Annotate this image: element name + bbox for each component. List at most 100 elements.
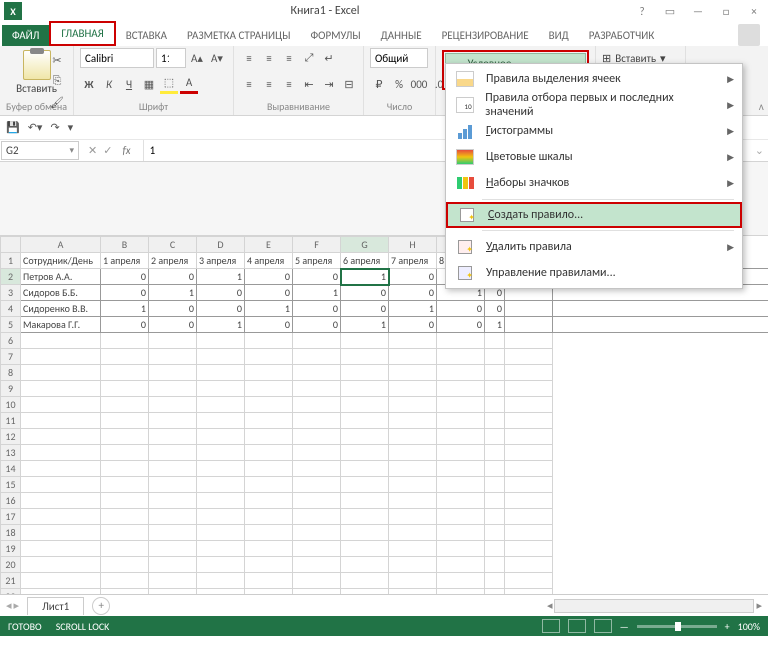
orientation-button[interactable]: ⤢: [300, 48, 318, 68]
cell-4-D[interactable]: 0: [197, 301, 245, 317]
cell-9-10[interactable]: [505, 381, 553, 397]
cell-14-9[interactable]: [485, 461, 505, 477]
cell-6-3[interactable]: [197, 333, 245, 349]
cell-15-9[interactable]: [485, 477, 505, 493]
cell-20-5[interactable]: [293, 557, 341, 573]
font-color-button[interactable]: A: [180, 74, 198, 94]
bold-button[interactable]: Ж: [80, 74, 98, 94]
cell-6-1[interactable]: [101, 333, 149, 349]
enter-formula-button[interactable]: ✓: [103, 144, 112, 157]
tab-formulas[interactable]: ФОРМУЛЫ: [300, 25, 370, 46]
menu-item-2[interactable]: Гистограммы ▶: [446, 118, 742, 144]
sheet-nav-prev-button[interactable]: ◂: [6, 599, 12, 612]
cell-2-D[interactable]: 1: [197, 269, 245, 285]
cell-16-8[interactable]: [437, 493, 485, 509]
cell-9-5[interactable]: [293, 381, 341, 397]
cell-11-8[interactable]: [437, 413, 485, 429]
cell-1-B[interactable]: 1 апреля: [101, 253, 149, 269]
cell-7-6[interactable]: [341, 349, 389, 365]
cell-17-6[interactable]: [341, 509, 389, 525]
comma-button[interactable]: 000: [410, 74, 428, 94]
cell-20-9[interactable]: [485, 557, 505, 573]
cell-7-0[interactable]: [21, 349, 101, 365]
cell-15-6[interactable]: [341, 477, 389, 493]
cell-13-5[interactable]: [293, 445, 341, 461]
cell-22-5[interactable]: [293, 589, 341, 595]
hscroll-right-button[interactable]: ▸: [756, 599, 762, 612]
col-header-G[interactable]: G: [341, 237, 389, 253]
cell-11-3[interactable]: [197, 413, 245, 429]
cell-19-0[interactable]: [21, 541, 101, 557]
cell-9-6[interactable]: [341, 381, 389, 397]
cell-3-F[interactable]: 1: [293, 285, 341, 301]
cell-22-1[interactable]: [101, 589, 149, 595]
cell-14-6[interactable]: [341, 461, 389, 477]
horizontal-scrollbar[interactable]: [554, 599, 754, 613]
cell-8-8[interactable]: [437, 365, 485, 381]
zoom-out-button[interactable]: —: [620, 620, 629, 633]
cell-3-D[interactable]: 0: [197, 285, 245, 301]
cell-16-2[interactable]: [149, 493, 197, 509]
ribbon-options-button[interactable]: ▭: [656, 1, 684, 21]
cell-14-4[interactable]: [245, 461, 293, 477]
cell-20-2[interactable]: [149, 557, 197, 573]
cell-10-3[interactable]: [197, 397, 245, 413]
cell-17-1[interactable]: [101, 509, 149, 525]
cell-14-1[interactable]: [101, 461, 149, 477]
cell-11-2[interactable]: [149, 413, 197, 429]
cell-10-1[interactable]: [101, 397, 149, 413]
cell-10-4[interactable]: [245, 397, 293, 413]
cell-19-4[interactable]: [245, 541, 293, 557]
merge-button[interactable]: ⊟: [340, 74, 358, 94]
font-name-select[interactable]: [80, 48, 154, 68]
cell-16-7[interactable]: [389, 493, 437, 509]
col-header-F[interactable]: F: [293, 237, 341, 253]
close-button[interactable]: ×: [740, 1, 768, 21]
cell-20-1[interactable]: [101, 557, 149, 573]
cell-10-8[interactable]: [437, 397, 485, 413]
cell-8-0[interactable]: [21, 365, 101, 381]
cell-22-9[interactable]: [485, 589, 505, 595]
normal-view-button[interactable]: [542, 619, 560, 633]
menu-item-4[interactable]: Наборы значков ▶: [446, 170, 742, 196]
col-header-C[interactable]: C: [149, 237, 197, 253]
col-header-E[interactable]: E: [245, 237, 293, 253]
cell-10-10[interactable]: [505, 397, 553, 413]
menu-item-7[interactable]: Управление правилами...: [446, 260, 742, 286]
cell-18-7[interactable]: [389, 525, 437, 541]
cell-6-4[interactable]: [245, 333, 293, 349]
cell-10-5[interactable]: [293, 397, 341, 413]
cell-3-C[interactable]: 1: [149, 285, 197, 301]
cell-9-8[interactable]: [437, 381, 485, 397]
cell-20-10[interactable]: [505, 557, 553, 573]
cell-3-B[interactable]: 0: [101, 285, 149, 301]
cell-7-7[interactable]: [389, 349, 437, 365]
minimize-button[interactable]: —: [684, 1, 712, 21]
cell-7-8[interactable]: [437, 349, 485, 365]
row-header-16[interactable]: 16: [1, 493, 21, 509]
cell-12-3[interactable]: [197, 429, 245, 445]
menu-item-3[interactable]: Цветовые шкалы ▶: [446, 144, 742, 170]
cell-16-0[interactable]: [21, 493, 101, 509]
cell-11-1[interactable]: [101, 413, 149, 429]
cell-18-6[interactable]: [341, 525, 389, 541]
cell-15-10[interactable]: [505, 477, 553, 493]
cell-22-3[interactable]: [197, 589, 245, 595]
cell-10-7[interactable]: [389, 397, 437, 413]
cell-9-3[interactable]: [197, 381, 245, 397]
qat-customize-button[interactable]: ▾: [68, 121, 74, 134]
cell-20-8[interactable]: [437, 557, 485, 573]
cell-4-I[interactable]: 0: [437, 301, 485, 317]
zoom-slider[interactable]: [637, 625, 717, 628]
cell-12-9[interactable]: [485, 429, 505, 445]
cell-21-2[interactable]: [149, 573, 197, 589]
copy-button[interactable]: ⎘: [48, 71, 66, 91]
cell-22-8[interactable]: [437, 589, 485, 595]
fill-color-button[interactable]: ⬚: [160, 74, 178, 94]
cell-11-7[interactable]: [389, 413, 437, 429]
cell-16-1[interactable]: [101, 493, 149, 509]
cell-19-10[interactable]: [505, 541, 553, 557]
cell-8-6[interactable]: [341, 365, 389, 381]
spreadsheet-grid[interactable]: ABCDEFGHIQ1Сотрудник/День1 апреля2 апрел…: [0, 236, 768, 594]
cell-21-9[interactable]: [485, 573, 505, 589]
